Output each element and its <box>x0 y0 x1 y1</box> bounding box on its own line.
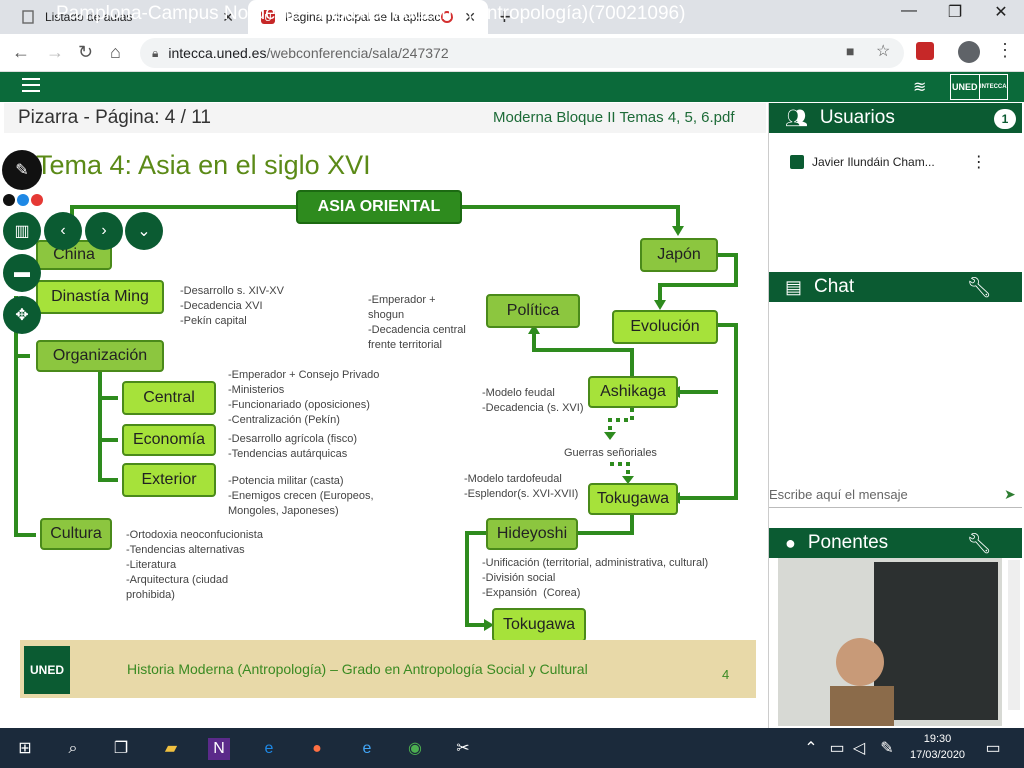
folder-icon: ▬ <box>14 264 30 281</box>
edge-icon[interactable]: e <box>258 738 280 760</box>
profile-avatar[interactable] <box>958 41 980 63</box>
box-japon: Japón <box>640 238 718 272</box>
wifi-signal-icon: ≋ <box>913 79 927 96</box>
box-tokugawa-2: Tokugawa <box>492 608 586 642</box>
note-ashikaga: -Modelo feudal -Decadencia (s. XVI) <box>482 387 584 414</box>
note-politica: -Emperador + shogun -Decadencia central … <box>368 294 466 351</box>
clock-time: 19:30 <box>923 733 952 745</box>
next-page-button[interactable]: › <box>85 212 123 250</box>
chat-input[interactable]: Escribe aquí el mensaje <box>769 484 1022 508</box>
box-dinastia-ming: Dinastía Ming <box>36 280 164 314</box>
camera-icon[interactable]: ■ <box>846 43 854 59</box>
video-frame <box>778 558 1002 726</box>
box-cultura: Cultura <box>40 518 112 550</box>
pen-workspace-icon[interactable]: ✎ <box>876 738 898 760</box>
network-icon[interactable]: ▭ <box>826 738 848 760</box>
color-blue-swatch[interactable] <box>17 194 29 206</box>
extension-icon[interactable] <box>916 42 934 60</box>
close-window-button[interactable]: ✕ <box>978 2 1024 22</box>
file-explorer-icon[interactable]: ▰ <box>160 738 182 760</box>
footer-text: Historia Moderna (Antropología) – Grado … <box>127 661 588 677</box>
move-icon: ✥ <box>15 307 29 324</box>
video-scrollbar[interactable] <box>1008 560 1020 710</box>
chevron-down-icon: ⌄ <box>137 223 151 240</box>
speakers-label: Ponentes <box>807 532 889 553</box>
restore-button[interactable]: ❐ <box>932 2 978 22</box>
box-economia: Economía <box>122 424 216 456</box>
box-evolucion: Evolución <box>612 310 718 344</box>
chat-placeholder: Escribe aquí el mensaje <box>769 487 908 502</box>
notifications-icon[interactable]: ▭ <box>982 738 1004 760</box>
minimize-button[interactable]: — <box>886 2 932 20</box>
task-view-icon[interactable]: ❐ <box>110 738 132 760</box>
pencil-icon: ✎ <box>15 162 29 179</box>
user-name: Javier Ilundáin Cham... <box>812 155 935 169</box>
box-organizacion: Organización <box>36 340 164 372</box>
speaker-video <box>778 558 1002 726</box>
search-icon[interactable]: ⌕ <box>62 738 84 760</box>
box-asia-oriental: ASIA ORIENTAL <box>296 190 462 224</box>
user-options-icon[interactable]: ⋮ <box>971 152 987 172</box>
chrome-icon[interactable]: ◉ <box>404 738 426 760</box>
users-panel-header: 👥︎ Usuarios <box>769 103 1022 133</box>
uned-intecca-logo: UNED INTECCA <box>950 74 1008 100</box>
box-tokugawa-1: Tokugawa <box>588 483 678 515</box>
move-button[interactable]: ✥ <box>3 296 41 334</box>
chevron-right-icon: › <box>101 222 107 239</box>
chat-panel-header: ▤ Chat 🔧︎ <box>769 272 1022 302</box>
prev-page-button[interactable]: ‹ <box>44 212 82 250</box>
volume-icon[interactable]: ◁ <box>848 738 870 760</box>
clock-date: 17/03/2020 <box>910 749 966 761</box>
snipping-tool-icon[interactable]: ✂ <box>452 738 474 760</box>
clock[interactable]: 19:30 17/03/2020 <box>910 731 965 763</box>
onenote-icon[interactable]: N <box>208 738 230 760</box>
logo-intecca-text: INTECCA <box>978 75 1008 99</box>
box-central: Central <box>122 381 216 415</box>
users-icon: 👥︎ <box>785 107 808 128</box>
note-tokugawa: -Modelo tardofeudal -Esplendor(s. XVI-XV… <box>464 473 579 500</box>
user-badge-icon <box>790 155 804 169</box>
note-cultura: -Ortodoxia neoconfucionista -Tendencias … <box>126 529 263 601</box>
user-list-item[interactable]: Javier Ilundáin Cham... ⋮ <box>790 152 987 172</box>
note-economia: -Desarrollo agrícola (fisco) -Tendencias… <box>228 433 357 460</box>
menu-kebab-icon[interactable]: ⋮ <box>996 40 1014 61</box>
box-politica: Política <box>486 294 580 328</box>
note-central: -Emperador + Consejo Privado -Ministerio… <box>228 369 380 426</box>
note-hideyoshi: -Unificación (territorial, administrativ… <box>482 557 709 599</box>
person-icon: ● <box>785 532 796 553</box>
folder-button[interactable]: ▬ <box>3 254 41 292</box>
box-exterior: Exterior <box>122 463 216 497</box>
chevron-left-icon: ‹ <box>60 222 66 239</box>
speakers-panel-header: ● Ponentes 🔧︎ <box>769 528 1022 558</box>
note-ming: -Desarrollo s. XIV-XV -Decadencia XVI -P… <box>180 285 284 327</box>
windows-start-icon[interactable]: ⊞ <box>14 738 36 760</box>
chat-icon: ▤ <box>785 276 803 297</box>
firefox-icon[interactable]: ● <box>306 738 328 760</box>
tray-chevron-up-icon[interactable]: ⌃ <box>800 738 822 760</box>
wrench-icon[interactable]: 🔧︎ <box>967 531 992 556</box>
book-button[interactable]: ▥ <box>3 212 41 250</box>
box-ashikaga: Ashikaga <box>588 376 678 408</box>
users-count-badge: 1 <box>994 109 1016 129</box>
footer-uned-logo: UNED <box>24 646 70 694</box>
book-icon: ▥ <box>14 223 30 240</box>
send-icon[interactable]: ➤ <box>1004 486 1016 503</box>
users-label: Usuarios <box>819 107 895 128</box>
windows-taskbar <box>0 728 1024 768</box>
wrench-icon[interactable]: 🔧︎ <box>967 275 992 300</box>
collapse-button[interactable]: ⌄ <box>125 212 163 250</box>
bookmark-star-icon[interactable]: ☆ <box>876 41 890 61</box>
footer-page-number: 4 <box>722 667 730 682</box>
pen-tool-button[interactable]: ✎ <box>2 150 42 190</box>
color-red-swatch[interactable] <box>31 194 43 206</box>
note-exterior: -Potencia militar (casta) -Enemigos crec… <box>228 475 374 517</box>
box-hideyoshi: Hideyoshi <box>486 518 578 550</box>
internet-explorer-icon[interactable]: e <box>356 738 378 760</box>
note-guerras: Guerras señoriales <box>564 447 657 459</box>
chat-label: Chat <box>814 276 855 297</box>
logo-uned-text: UNED <box>951 82 978 92</box>
color-black-swatch[interactable] <box>3 194 15 206</box>
